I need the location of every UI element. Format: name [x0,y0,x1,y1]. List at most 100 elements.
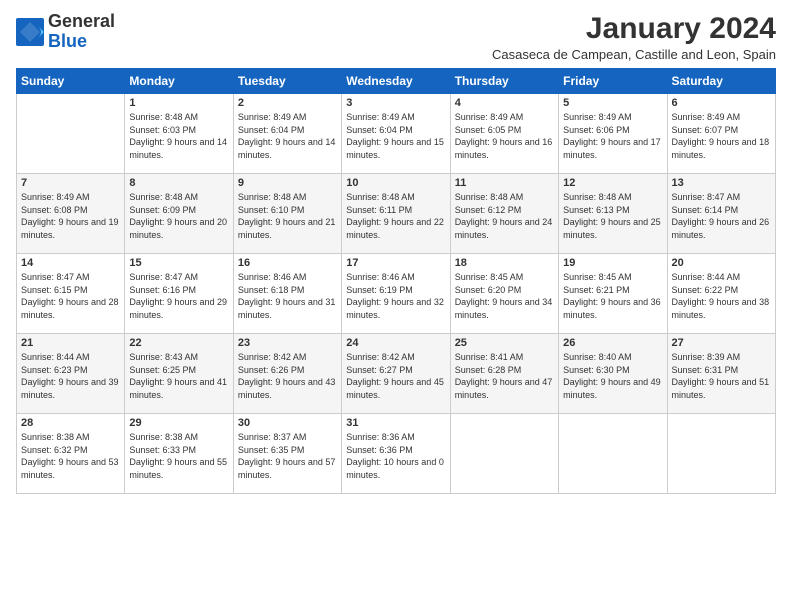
day-cell: 1 Sunrise: 8:48 AMSunset: 6:03 PMDaylight… [125,94,233,174]
day-cell: 20 Sunrise: 8:44 AMSunset: 6:22 PMDayligh… [667,254,775,334]
day-info: Sunrise: 8:45 AMSunset: 6:21 PMDaylight:… [563,272,661,320]
day-cell: 4 Sunrise: 8:49 AMSunset: 6:05 PMDaylight… [450,94,558,174]
day-number: 23 [238,337,337,349]
day-number: 3 [346,97,445,109]
col-monday: Monday [125,69,233,94]
day-cell: 22Sunrise: 8:43 AMSunset: 6:25 PMDayligh… [125,334,233,414]
calendar-table: Sunday Monday Tuesday Wednesday Thursday… [16,68,776,494]
day-cell: 16 Sunrise: 8:46 AMSunset: 6:18 PMDayligh… [233,254,341,334]
day-info: Sunrise: 8:44 AMSunset: 6:22 PMDaylight:… [672,272,770,320]
col-tuesday: Tuesday [233,69,341,94]
week-row-0: 1 Sunrise: 8:48 AMSunset: 6:03 PMDaylight… [17,94,776,174]
day-info: Sunrise: 8:44 AMSunset: 6:23 PMDaylight:… [21,352,119,400]
day-number: 4 [455,97,554,109]
day-cell: 31Sunrise: 8:36 AMSunset: 6:36 PMDayligh… [342,414,450,494]
day-number: 1 [129,97,228,109]
calendar-page: General Blue January 2024 Casaseca de Ca… [0,0,792,612]
col-sunday: Sunday [17,69,125,94]
day-info: Sunrise: 8:40 AMSunset: 6:30 PMDaylight:… [563,352,661,400]
day-number: 7 [21,177,120,189]
day-info: Sunrise: 8:48 AMSunset: 6:13 PMDaylight:… [563,192,661,240]
logo-text-blue: Blue [48,32,115,52]
day-number: 25 [455,337,554,349]
day-cell: 28 Sunrise: 8:38 AMSunset: 6:32 PMDayligh… [17,414,125,494]
calendar-header: Sunday Monday Tuesday Wednesday Thursday… [17,69,776,94]
day-info: Sunrise: 8:48 AMSunset: 6:03 PMDaylight:… [129,112,227,160]
day-cell: 24Sunrise: 8:42 AMSunset: 6:27 PMDayligh… [342,334,450,414]
day-number: 28 [21,417,120,429]
day-number: 26 [563,337,662,349]
day-cell: 18Sunrise: 8:45 AMSunset: 6:20 PMDayligh… [450,254,558,334]
day-cell: 11 Sunrise: 8:48 AMSunset: 6:12 PMDayligh… [450,174,558,254]
day-cell: 8 Sunrise: 8:48 AMSunset: 6:09 PMDaylight… [125,174,233,254]
day-info: Sunrise: 8:48 AMSunset: 6:12 PMDaylight:… [455,192,553,240]
day-cell: 25Sunrise: 8:41 AMSunset: 6:28 PMDayligh… [450,334,558,414]
day-info: Sunrise: 8:47 AMSunset: 6:16 PMDaylight:… [129,272,227,320]
day-number: 8 [129,177,228,189]
day-cell: 26 Sunrise: 8:40 AMSunset: 6:30 PMDayligh… [559,334,667,414]
day-info: Sunrise: 8:38 AMSunset: 6:32 PMDaylight:… [21,432,119,480]
week-row-3: 21 Sunrise: 8:44 AMSunset: 6:23 PMDayligh… [17,334,776,414]
logo-icon [16,18,44,46]
day-cell: 3 Sunrise: 8:49 AMSunset: 6:04 PMDaylight… [342,94,450,174]
day-info: Sunrise: 8:47 AMSunset: 6:14 PMDaylight:… [672,192,770,240]
day-info: Sunrise: 8:48 AMSunset: 6:09 PMDaylight:… [129,192,227,240]
col-thursday: Thursday [450,69,558,94]
day-cell: 9 Sunrise: 8:48 AMSunset: 6:10 PMDaylight… [233,174,341,254]
day-number: 9 [238,177,337,189]
header-row: Sunday Monday Tuesday Wednesday Thursday… [17,69,776,94]
day-cell: 6 Sunrise: 8:49 AMSunset: 6:07 PMDaylight… [667,94,775,174]
day-cell: 13 Sunrise: 8:47 AMSunset: 6:14 PMDayligh… [667,174,775,254]
day-info: Sunrise: 8:37 AMSunset: 6:35 PMDaylight:… [238,432,336,480]
day-number: 16 [238,257,337,269]
day-cell [667,414,775,494]
day-info: Sunrise: 8:42 AMSunset: 6:27 PMDaylight:… [346,352,444,400]
day-info: Sunrise: 8:49 AMSunset: 6:08 PMDaylight:… [21,192,119,240]
day-number: 22 [129,337,228,349]
day-info: Sunrise: 8:49 AMSunset: 6:06 PMDaylight:… [563,112,661,160]
day-cell: 15 Sunrise: 8:47 AMSunset: 6:16 PMDayligh… [125,254,233,334]
day-cell: 19Sunrise: 8:45 AMSunset: 6:21 PMDayligh… [559,254,667,334]
day-info: Sunrise: 8:49 AMSunset: 6:07 PMDaylight:… [672,112,770,160]
day-number: 6 [672,97,771,109]
day-cell: 14 Sunrise: 8:47 AMSunset: 6:15 PMDayligh… [17,254,125,334]
day-cell: 7 Sunrise: 8:49 AMSunset: 6:08 PMDaylight… [17,174,125,254]
day-cell [17,94,125,174]
day-cell [450,414,558,494]
day-cell: 17Sunrise: 8:46 AMSunset: 6:19 PMDayligh… [342,254,450,334]
col-saturday: Saturday [667,69,775,94]
day-number: 21 [21,337,120,349]
col-wednesday: Wednesday [342,69,450,94]
week-row-4: 28 Sunrise: 8:38 AMSunset: 6:32 PMDayligh… [17,414,776,494]
day-info: Sunrise: 8:46 AMSunset: 6:18 PMDaylight:… [238,272,336,320]
day-info: Sunrise: 8:42 AMSunset: 6:26 PMDaylight:… [238,352,336,400]
day-cell [559,414,667,494]
day-number: 13 [672,177,771,189]
day-info: Sunrise: 8:39 AMSunset: 6:31 PMDaylight:… [672,352,770,400]
day-number: 27 [672,337,771,349]
day-info: Sunrise: 8:48 AMSunset: 6:10 PMDaylight:… [238,192,336,240]
day-info: Sunrise: 8:47 AMSunset: 6:15 PMDaylight:… [21,272,119,320]
day-number: 20 [672,257,771,269]
day-cell: 2Sunrise: 8:49 AMSunset: 6:04 PMDaylight… [233,94,341,174]
day-info: Sunrise: 8:49 AMSunset: 6:04 PMDaylight:… [346,112,444,160]
day-number: 15 [129,257,228,269]
month-title: January 2024 [492,12,776,45]
day-cell: 10Sunrise: 8:48 AMSunset: 6:11 PMDayligh… [342,174,450,254]
day-info: Sunrise: 8:45 AMSunset: 6:20 PMDaylight:… [455,272,553,320]
logo: General Blue [16,12,115,52]
day-number: 11 [455,177,554,189]
title-block: January 2024 Casaseca de Campean, Castil… [492,12,776,62]
header: General Blue January 2024 Casaseca de Ca… [16,12,776,62]
day-number: 2 [238,97,337,109]
week-row-1: 7 Sunrise: 8:49 AMSunset: 6:08 PMDaylight… [17,174,776,254]
calendar-body: 1 Sunrise: 8:48 AMSunset: 6:03 PMDaylight… [17,94,776,494]
day-info: Sunrise: 8:36 AMSunset: 6:36 PMDaylight:… [346,432,444,480]
day-number: 29 [129,417,228,429]
subtitle: Casaseca de Campean, Castille and Leon, … [492,47,776,62]
day-number: 30 [238,417,337,429]
day-number: 14 [21,257,120,269]
day-number: 17 [346,257,445,269]
day-info: Sunrise: 8:49 AMSunset: 6:05 PMDaylight:… [455,112,553,160]
day-number: 5 [563,97,662,109]
